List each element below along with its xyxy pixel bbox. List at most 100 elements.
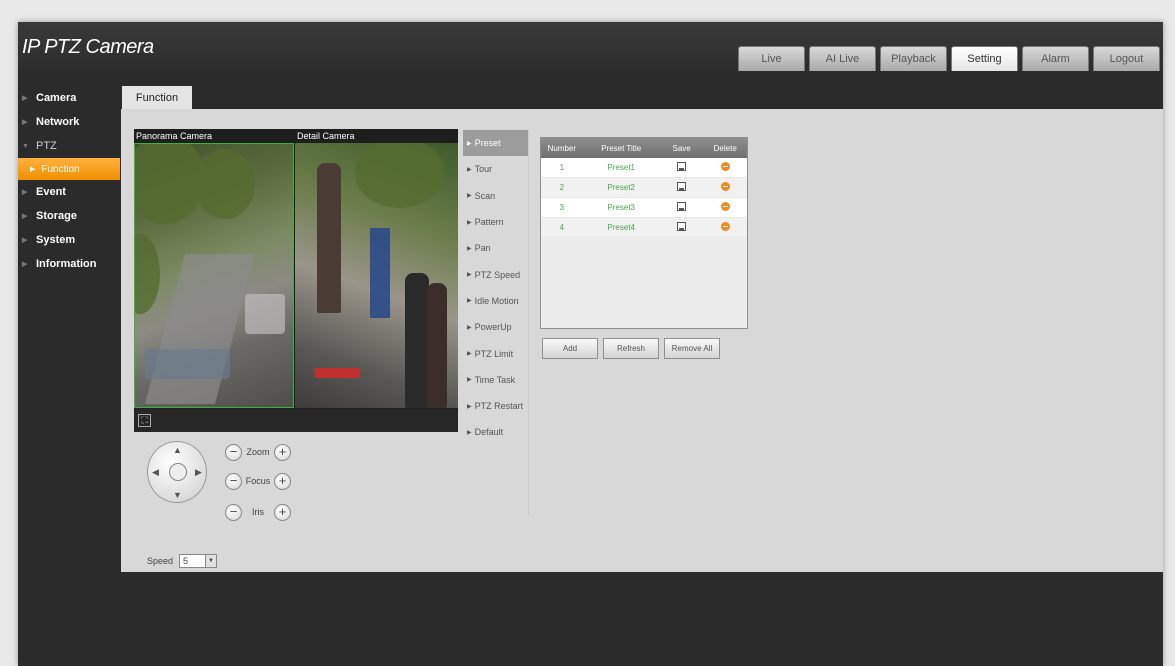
delete-icon[interactable] (720, 222, 730, 231)
sidebar-item-network[interactable]: ▶ Network (18, 110, 120, 134)
save-cell (660, 182, 704, 193)
sidebar-item-label: PTZ (36, 140, 57, 152)
menu-item-label: PowerUp (474, 322, 512, 333)
speed-row: Speed 5 ▼ (147, 554, 218, 568)
nav-tab-alarm[interactable]: Alarm (1022, 46, 1089, 71)
delete-icon[interactable] (720, 162, 730, 171)
menu-item-label: Pattern (474, 217, 504, 228)
menu-item-pattern[interactable]: ▶ Pattern (463, 209, 528, 235)
sidebar: ▶ Camera ▶ Network ▼ PTZ ▶ Function ▶ Event ▶… (18, 86, 120, 276)
delete-cell (703, 162, 747, 173)
menu-item-label: Scan (474, 190, 496, 201)
preset-title: Preset1 (607, 163, 635, 172)
table-row[interactable]: 2 Preset2 (541, 178, 747, 198)
sidebar-item-label: Storage (36, 210, 77, 222)
sidebar-item-label: System (36, 234, 76, 246)
delete-cell (703, 182, 747, 193)
detail-camera-view[interactable] (295, 143, 458, 408)
arrow-left-icon[interactable]: ◀ (152, 467, 159, 478)
barrier (315, 368, 360, 378)
menu-item-ptz-limit[interactable]: ▶ PTZ Limit (463, 340, 528, 366)
nav-tab-setting[interactable]: Setting (951, 46, 1018, 71)
ptz-direction-pad: ▲ ▼ ◀ ▶ (147, 441, 207, 503)
table-row[interactable]: 1 Preset1 (541, 158, 747, 178)
zoom-out-button[interactable]: − (225, 443, 242, 461)
menu-item-default[interactable]: ▶ Default (463, 419, 528, 445)
sidebar-item-information[interactable]: ▶ Information (18, 252, 120, 276)
focus-minus-button[interactable]: − (225, 472, 242, 490)
menu-item-label: Time Task (474, 374, 516, 385)
table-row[interactable]: 3 Preset3 (541, 198, 747, 218)
nav-tab-playback[interactable]: Playback (880, 46, 947, 71)
nav-tab-ai-live[interactable]: AI Live (809, 46, 876, 71)
video-toolbar: ⛶ (134, 409, 458, 432)
menu-item-preset[interactable]: ▶ Preset (463, 130, 528, 157)
focus-plus-button[interactable]: + (274, 472, 291, 490)
zoom-in-button[interactable]: + (274, 443, 291, 461)
zoom-label: Zoom (246, 447, 270, 457)
panorama-camera-view[interactable] (134, 143, 294, 408)
add-button[interactable]: Add (542, 338, 598, 359)
save-icon[interactable] (677, 222, 687, 231)
menu-item-label: PTZ Speed (474, 269, 521, 280)
arrow-down-icon[interactable]: ▼ (173, 490, 182, 500)
menu-item-tour[interactable]: ▶ Tour (463, 156, 528, 182)
caret-right-icon: ▶ (467, 140, 472, 147)
menu-item-idle-motion[interactable]: ▶ Idle Motion (463, 288, 528, 314)
save-icon[interactable] (677, 182, 687, 191)
refresh-button[interactable]: Refresh (603, 338, 659, 359)
tab-function[interactable]: Function (122, 86, 192, 110)
ptz-center-button[interactable] (169, 463, 187, 481)
remove-all-button[interactable]: Remove All (664, 338, 720, 359)
caret-right-icon: ▶ (22, 261, 28, 268)
sidebar-item-storage[interactable]: ▶ Storage (18, 204, 120, 228)
sidebar-item-event[interactable]: ▶ Event (18, 180, 120, 204)
caret-right-icon: ▶ (467, 377, 472, 384)
boat (145, 349, 230, 379)
preset-table: Number Preset Title Save Delete 1 Preset… (540, 137, 748, 329)
menu-item-ptz-speed[interactable]: ▶ PTZ Speed (463, 261, 528, 287)
caret-right-icon: ▶ (467, 272, 472, 279)
sidebar-item-camera[interactable]: ▶ Camera (18, 86, 120, 110)
sidebar-item-ptz[interactable]: ▼ PTZ (18, 134, 120, 158)
table-header: Number Preset Title Save Delete (541, 138, 747, 158)
person (427, 283, 447, 408)
menu-item-pan[interactable]: ▶ Pan (463, 235, 528, 261)
iris-minus-button[interactable]: − (225, 503, 242, 521)
caret-right-icon: ▶ (467, 351, 472, 358)
fullscreen-icon[interactable]: ⛶ (138, 414, 151, 427)
zoom-control: − Zoom + (225, 442, 291, 462)
app-window: IP PTZ Camera Live AI Live Playback Sett… (18, 22, 1163, 666)
menu-item-label: Idle Motion (474, 295, 519, 306)
caret-right-icon: ▶ (467, 193, 472, 200)
sidebar-subitem-function[interactable]: ▶ Function (18, 158, 120, 180)
app-title: IP PTZ Camera (22, 36, 154, 58)
speed-value: 5 (183, 556, 189, 566)
table-row[interactable]: 4 Preset4 (541, 218, 747, 238)
save-icon[interactable] (677, 202, 687, 211)
delete-icon[interactable] (720, 182, 730, 191)
speed-select[interactable]: 5 ▼ (179, 554, 218, 568)
panorama-camera-label: Panorama Camera (136, 131, 213, 141)
save-cell (660, 202, 704, 213)
arrow-right-icon[interactable]: ▶ (195, 467, 202, 478)
nav-tab-logout[interactable]: Logout (1093, 46, 1160, 71)
menu-item-time-task[interactable]: ▶ Time Task (463, 367, 528, 393)
tree-foliage (135, 234, 160, 314)
menu-item-scan[interactable]: ▶ Scan (463, 183, 528, 209)
sidebar-item-label: Camera (36, 92, 77, 104)
sidebar-item-system[interactable]: ▶ System (18, 228, 120, 252)
arrow-up-icon[interactable]: ▲ (173, 445, 182, 455)
caret-down-icon: ▼ (22, 142, 29, 150)
preset-number: 4 (559, 223, 565, 232)
column-header-save: Save (672, 143, 691, 153)
menu-item-label: Tour (474, 164, 493, 175)
delete-icon[interactable] (720, 202, 730, 211)
save-icon[interactable] (677, 162, 687, 171)
nav-tab-live[interactable]: Live (738, 46, 805, 71)
menu-item-label: PTZ Limit (474, 348, 514, 359)
menu-item-ptz-restart[interactable]: ▶ PTZ Restart (463, 393, 528, 419)
menu-item-powerup[interactable]: ▶ PowerUp (463, 314, 528, 340)
iris-plus-button[interactable]: + (274, 503, 291, 521)
column-header-number: Number (547, 143, 577, 153)
